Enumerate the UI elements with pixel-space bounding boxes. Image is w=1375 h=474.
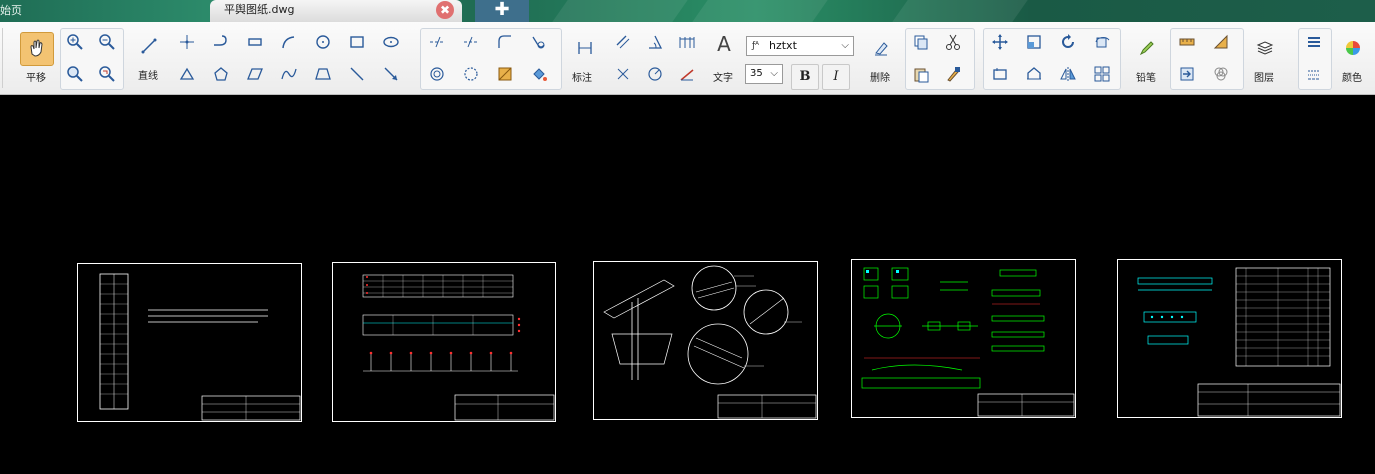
line-label: 直线 [138,71,158,82]
text-size-select[interactable]: 35 ⌵ [745,64,783,84]
sheet-2-graphics [362,274,555,421]
drawing-sheet-1[interactable] [77,263,302,422]
double-line-icon[interactable] [242,30,268,54]
arrow-line-icon[interactable] [378,62,404,86]
chevron-down-icon: ⌵ [770,68,778,79]
rotate-icon[interactable] [1055,30,1081,54]
linetype-icon[interactable] [1301,62,1327,86]
insert-block-icon[interactable] [1174,62,1200,86]
array-icon[interactable] [458,62,484,86]
paste-icon[interactable] [908,62,934,86]
lineweight-icon[interactable] [1301,30,1327,54]
circle-icon[interactable] [310,30,336,54]
triangle-icon[interactable] [174,62,200,86]
measure-angle-icon[interactable] [1208,30,1234,54]
title-bar: 始页 平舆图纸.dwg ✖ ✚ [0,0,1375,22]
extend-icon[interactable] [458,30,484,54]
tab-home-label: 始页 [0,4,22,17]
arc-polyline-icon[interactable] [208,30,234,54]
ellipse-icon[interactable] [378,30,404,54]
pencil-label: 铅笔 [1136,73,1156,84]
line-icon[interactable] [136,34,162,58]
fill-icon[interactable] [526,62,552,86]
tab-document[interactable]: 平舆图纸.dwg ✖ [210,0,462,22]
sheet-1-graphics [99,273,301,421]
cut-icon[interactable] [940,30,966,54]
zoom-in-icon[interactable] [62,30,88,54]
fillet-icon[interactable] [492,30,518,54]
layer-label: 图层 [1254,73,1274,84]
text-icon[interactable]: A [712,32,736,56]
title-bar-decoration [692,0,828,22]
3d-rotate-icon[interactable] [1089,30,1115,54]
font-type-icon: ƒᴬ [752,41,760,51]
rectangle-icon[interactable] [344,30,370,54]
trapezoid-icon[interactable] [310,62,336,86]
tab-document-label: 平舆图纸.dwg [224,3,295,16]
divider [2,28,3,88]
color-wheel-icon[interactable] [1340,36,1366,60]
stretch-icon[interactable] [987,62,1013,86]
measure-distance-icon[interactable] [1174,30,1200,54]
radius-dimension-icon[interactable] [642,62,668,86]
dimension-icon[interactable] [572,36,598,60]
drawing-sheet-4[interactable] [851,259,1076,418]
add-tab-button[interactable]: ✚ [475,0,529,22]
sheet-3-graphics [603,265,817,419]
dimension-label: 标注 [572,73,592,84]
layers-icon[interactable] [1252,36,1278,60]
mirror-icon[interactable] [1055,62,1081,86]
tab-home[interactable]: 始页 [0,0,40,22]
sheet-5-graphics [1137,267,1341,417]
chevron-down-icon: ⌵ [841,40,849,51]
explode-icon[interactable] [1021,62,1047,86]
ordinate-dimension-icon[interactable] [610,62,636,86]
toolbar-ribbon: 平移 直线 标注 A 文字 ƒᴬ hztxt ⌵ 35 ⌵ B I 删除 铅笔 … [0,22,1375,95]
aligned-dimension-icon[interactable] [610,30,636,54]
italic-button[interactable]: I [822,64,850,90]
bold-button[interactable]: B [791,64,819,90]
angle-dimension-icon[interactable] [642,30,668,54]
pentagon-icon[interactable] [208,62,234,86]
font-select-value: hztxt [769,39,797,52]
parallelogram-icon[interactable] [242,62,268,86]
trim-icon[interactable] [424,30,450,54]
match-properties-icon[interactable] [940,62,966,86]
color-label: 颜色 [1342,73,1362,84]
text-label: 文字 [713,73,733,84]
hatch-icon[interactable] [492,62,518,86]
copy-icon[interactable] [908,30,934,54]
zoom-previous-icon[interactable] [94,62,120,86]
scale-icon[interactable] [1021,30,1047,54]
drawing-sheet-3[interactable] [593,261,818,420]
zoom-window-icon[interactable] [62,62,88,86]
font-select[interactable]: ƒᴬ hztxt ⌵ [746,36,854,56]
block-grid-icon[interactable] [1089,62,1115,86]
sheet-4-graphics [861,267,1075,417]
pan-label: 平移 [26,73,46,84]
close-tab-icon[interactable]: ✖ [436,1,454,19]
eraser-icon[interactable] [868,36,894,60]
ray-icon[interactable] [344,62,370,86]
title-bar-decoration [892,0,1028,22]
pencil-icon[interactable] [1134,36,1160,60]
move-icon[interactable] [987,30,1013,54]
drawing-sheet-5[interactable] [1117,259,1342,418]
pan-hand-icon [21,33,51,63]
polyline-icon[interactable] [174,30,200,54]
title-bar-decoration [552,0,688,22]
drawing-sheet-2[interactable] [332,262,556,422]
spline-icon[interactable] [276,62,302,86]
curve-icon[interactable] [276,30,302,54]
region-icon[interactable] [1208,62,1234,86]
leader-icon[interactable] [674,62,700,86]
text-size-value: 35 [750,68,763,79]
break-icon[interactable] [526,30,552,54]
delete-label: 删除 [870,73,890,84]
zoom-out-icon[interactable] [94,30,120,54]
drawing-canvas[interactable] [0,95,1375,474]
continuous-dimension-icon[interactable] [674,30,700,54]
offset-icon[interactable] [424,62,450,86]
